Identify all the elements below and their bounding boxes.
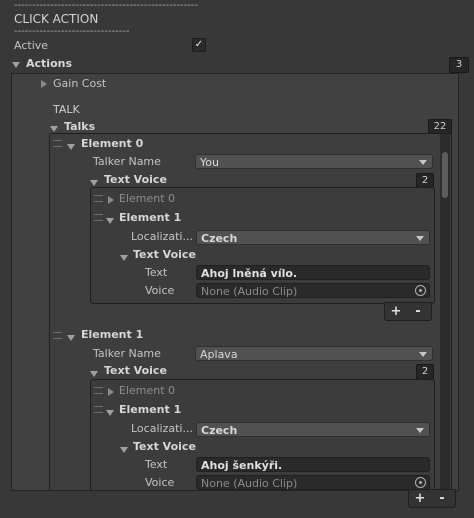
text-voice-count[interactable]: 2 [416,364,434,380]
text-input[interactable]: Ahoj šenkýři. [196,457,430,472]
scrollbar-thumb[interactable] [442,152,448,198]
voice-object-field[interactable]: None (Audio Clip) [196,283,430,298]
drag-handle-icon[interactable] [94,387,103,394]
section-title: CLICK ACTION [14,12,99,26]
sub-element0-label: Element 0 [119,192,176,205]
localization-dropdown[interactable]: Czech [196,422,430,437]
inspector: { "header": { "dash_top": "-------------… [0,0,474,518]
actions-foldout[interactable] [12,58,20,71]
text-voice-add-remove: + - [384,302,432,321]
foldout-expanded-icon [90,180,98,186]
gain-cost-foldout[interactable] [41,78,47,91]
foldout-expanded-icon [120,255,128,261]
text-label: Text [145,266,168,279]
sub-element1-label: Element 1 [119,403,182,416]
active-label: Active [14,39,49,52]
element0-foldout[interactable] [67,140,75,153]
sub-element0-foldout[interactable] [108,386,114,399]
voice-value: None (Audio Clip) [201,477,298,490]
text-voice-label: Text Voice [104,173,167,186]
localization-label: Localizati... [131,230,193,243]
drag-handle-icon[interactable] [94,214,103,221]
talker-name-label: Talker Name [93,347,161,360]
remove-button[interactable]: - [431,490,453,507]
foldout-collapsed-icon [41,80,47,88]
sub-element1-foldout[interactable] [106,214,114,227]
inner-text-voice-label: Text Voice [133,248,196,261]
chevron-down-icon [419,160,427,165]
voice-value: None (Audio Clip) [201,285,298,298]
foldout-expanded-icon [50,126,58,132]
talks-scrollbar[interactable] [440,134,450,490]
object-picker-icon[interactable] [415,477,426,488]
sub-element1-label: Element 1 [119,211,182,224]
foldout-expanded-icon [120,447,128,453]
talk-header: TALK [53,103,80,116]
talks-list: Element 0 Talker Name You Text Voice 2 E… [49,133,452,490]
foldout-expanded-icon [67,335,75,341]
remove-button[interactable]: - [407,303,429,320]
actions-label: Actions [26,57,72,70]
text-voice-label: Text Voice [104,364,167,377]
text-input[interactable]: Ahoj lněná vílo. [196,265,430,280]
text-voice-list: Element 0 Element 1 Localizati... Czech … [90,379,435,490]
talker-name-value: Aplava [200,348,238,361]
talker-name-dropdown[interactable]: Aplava [195,346,433,361]
inner-text-voice-label: Text Voice [133,440,196,453]
drag-handle-icon[interactable] [53,332,62,339]
localization-dropdown[interactable]: Czech [196,230,430,245]
sub-element0-label: Element 0 [119,384,176,397]
foldout-collapsed-icon [108,196,114,204]
element1-foldout[interactable] [67,331,75,344]
localization-value: Czech [201,232,238,245]
sub-element0-foldout[interactable] [108,194,114,207]
foldout-expanded-icon [106,218,114,224]
element0-label: Element 0 [81,137,144,150]
add-button[interactable]: + [409,490,431,507]
chevron-down-icon [419,352,427,357]
foldout-expanded-icon [12,62,20,68]
text-voice-list: Element 0 Element 1 Localizati... Czech … [90,187,435,304]
actions-list-panel: Gain Cost TALK Talks 22 Element 0 Talker… [11,73,459,491]
foldout-expanded-icon [106,410,114,416]
voice-label: Voice [145,476,175,489]
chevron-down-icon [416,236,424,241]
localization-value: Czech [201,424,238,437]
header-divider-bottom: -------------------------------- [14,26,130,37]
drag-handle-icon[interactable] [94,195,103,202]
foldout-collapsed-icon [108,388,114,396]
localization-label: Localizati... [131,422,193,435]
talks-label: Talks [64,120,96,133]
text-label: Text [145,458,168,471]
inner-text-voice-foldout[interactable] [120,443,128,456]
talker-name-dropdown[interactable]: You [195,154,433,169]
chevron-down-icon [416,428,424,433]
sub-element1-foldout[interactable] [106,406,114,419]
element1-label: Element 1 [81,328,144,341]
inner-text-voice-foldout[interactable] [120,251,128,264]
active-checkbox[interactable]: ✓ [192,38,206,52]
voice-label: Voice [145,284,175,297]
talker-name-label: Talker Name [93,155,161,168]
drag-handle-icon[interactable] [53,140,62,147]
add-button[interactable]: + [385,303,407,320]
actions-count[interactable]: 3 [449,57,469,73]
foldout-expanded-icon [67,144,75,150]
header-divider-top: ----------------------------------------… [14,0,199,11]
object-picker-icon[interactable] [415,285,426,296]
gain-cost-label: Gain Cost [53,77,107,90]
voice-object-field[interactable]: None (Audio Clip) [196,475,430,490]
foldout-expanded-icon [90,371,98,377]
drag-handle-icon[interactable] [94,406,103,413]
actions-add-remove: + - [408,489,456,508]
talker-name-value: You [200,156,219,169]
